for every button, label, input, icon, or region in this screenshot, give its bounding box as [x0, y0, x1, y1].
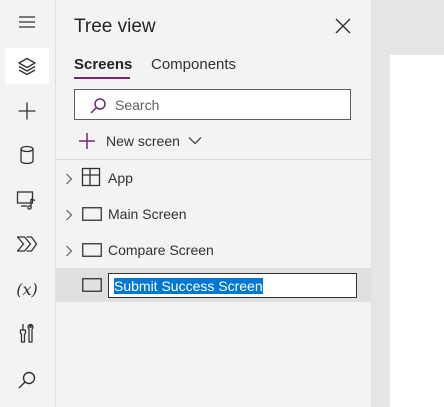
- divider: [56, 159, 371, 160]
- rename-input-selected-text: Submit Success Screen: [114, 278, 263, 294]
- chevron-down-icon[interactable]: [188, 136, 202, 145]
- database-icon[interactable]: [5, 137, 49, 173]
- advanced-tools-icon[interactable]: [5, 315, 49, 351]
- search-input[interactable]: [115, 95, 340, 115]
- close-icon[interactable]: [333, 16, 353, 36]
- tree-item-label: Main Screen: [108, 206, 187, 222]
- app-icon: [81, 167, 101, 187]
- search-icon: [90, 98, 106, 114]
- tab-components[interactable]: Components: [151, 56, 236, 73]
- power-automate-icon[interactable]: [5, 226, 49, 262]
- screen-icon: [82, 243, 102, 257]
- search-icon[interactable]: [5, 362, 49, 398]
- tree-item-submit-success-screen[interactable]: Submit Success Screen: [56, 268, 371, 302]
- screen-canvas[interactable]: [390, 55, 444, 407]
- layers-icon[interactable]: [5, 48, 49, 84]
- tree-view-panel: Tree view Screens Components New screen …: [56, 0, 372, 407]
- hamburger-menu-icon[interactable]: [5, 4, 49, 40]
- tree-item-main-screen[interactable]: Main Screen: [56, 197, 371, 231]
- new-screen-button[interactable]: New screen: [78, 130, 208, 152]
- search-box[interactable]: [74, 89, 351, 120]
- plus-icon: [79, 133, 95, 149]
- left-nav-rail: (x): [0, 0, 56, 407]
- new-screen-label: New screen: [106, 133, 180, 149]
- tree-item-label: App: [108, 170, 133, 186]
- tab-screens[interactable]: Screens: [74, 56, 132, 73]
- panel-title: Tree view: [74, 16, 156, 37]
- tree-item-compare-screen[interactable]: Compare Screen: [56, 233, 371, 267]
- active-tab-indicator: [74, 77, 130, 79]
- screen-icon: [82, 278, 102, 292]
- chevron-right-icon[interactable]: [65, 209, 73, 221]
- chevron-right-icon[interactable]: [65, 173, 73, 185]
- plus-icon[interactable]: [5, 93, 49, 129]
- tree-item-label: Compare Screen: [108, 242, 214, 258]
- chevron-right-icon[interactable]: [65, 245, 73, 257]
- rename-input[interactable]: Submit Success Screen: [108, 273, 357, 298]
- media-icon[interactable]: [5, 182, 49, 218]
- screen-icon: [82, 207, 102, 221]
- tree-item-app[interactable]: App: [56, 161, 371, 195]
- variables-icon[interactable]: (x): [5, 271, 49, 307]
